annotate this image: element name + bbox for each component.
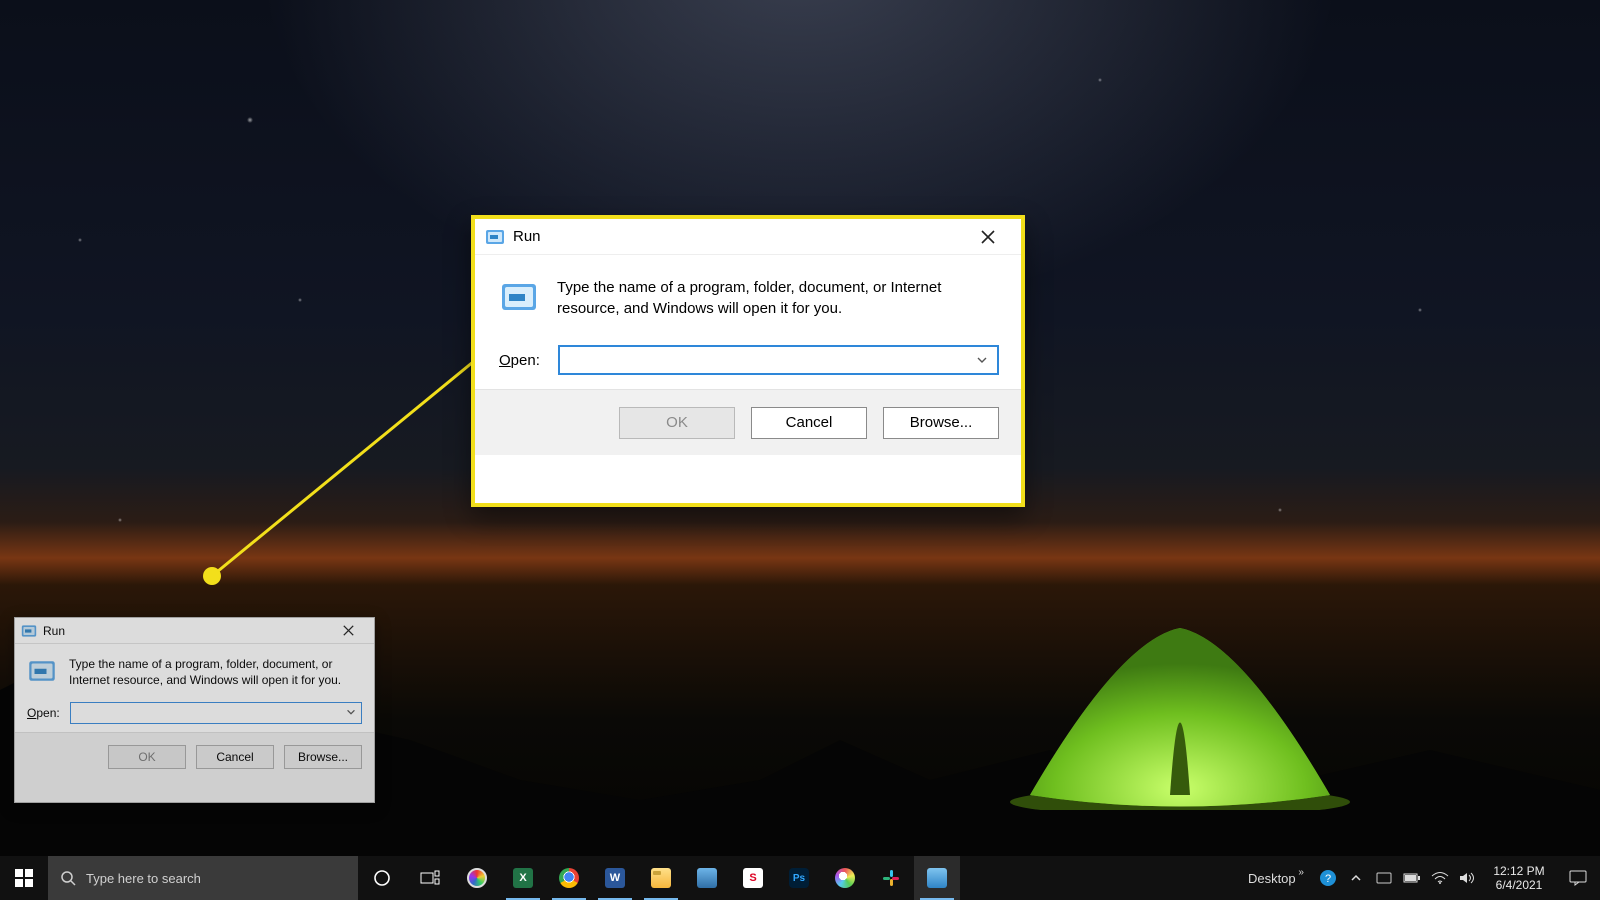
- excel-icon: X: [513, 868, 533, 888]
- close-icon: [343, 625, 354, 636]
- word-icon: W: [605, 868, 625, 888]
- task-view-button[interactable]: [406, 856, 454, 900]
- taskbar-clock[interactable]: 12:12 PM 6/4/2021: [1482, 864, 1556, 893]
- run-icon: [499, 277, 539, 319]
- slack-icon: [882, 869, 900, 887]
- taskbar-app-chrome[interactable]: [546, 856, 592, 900]
- chevron-down-icon: [975, 353, 989, 367]
- taskbar-pinned-apps: X W S Ps: [454, 856, 960, 900]
- browse-button[interactable]: Browse...: [883, 407, 999, 439]
- taskbar: Type here to search X W S Ps Desktop » ?: [0, 856, 1600, 900]
- run-icon: [485, 227, 505, 247]
- close-icon: [981, 230, 995, 244]
- tray-nvidia-icon[interactable]: [1370, 871, 1398, 885]
- taskbar-app-run[interactable]: [914, 856, 960, 900]
- run-dialog-titlebar[interactable]: Run: [475, 219, 1021, 255]
- run-icon: [927, 868, 947, 888]
- run-icon: [27, 656, 57, 688]
- tray-volume-icon[interactable]: [1454, 871, 1482, 885]
- action-center-button[interactable]: [1556, 870, 1600, 886]
- gpu-icon: [1376, 871, 1392, 885]
- open-label: Open:: [27, 706, 60, 720]
- desktop-toolbar[interactable]: Desktop »: [1238, 871, 1314, 886]
- cancel-button[interactable]: Cancel: [751, 407, 867, 439]
- tray-battery-icon[interactable]: [1398, 872, 1426, 884]
- run-dialog-title: Run: [513, 228, 541, 245]
- windows-icon: [15, 869, 33, 887]
- run-dialog-footer: OK Cancel Browse...: [15, 732, 374, 780]
- run-icon: [21, 623, 37, 639]
- tray-overflow-button[interactable]: [1342, 872, 1370, 884]
- taskbar-app-slack[interactable]: [868, 856, 914, 900]
- open-combobox[interactable]: [70, 702, 362, 724]
- taskbar-app-file-explorer[interactable]: [638, 856, 684, 900]
- run-dialog-titlebar[interactable]: Run: [15, 618, 374, 644]
- open-label: Open:: [499, 352, 540, 369]
- system-tray: Desktop » ? 12:12 PM 6/4/2021: [1238, 856, 1600, 900]
- run-dialog: Run Type the name of a program, folder, …: [14, 617, 375, 803]
- cancel-button[interactable]: Cancel: [196, 745, 274, 769]
- chevron-right-icon: »: [1296, 867, 1304, 878]
- help-icon: ?: [1319, 869, 1337, 887]
- snipping-icon: [697, 868, 717, 888]
- task-view-icon: [420, 870, 440, 886]
- battery-icon: [1403, 872, 1421, 884]
- chevron-down-icon: [345, 706, 357, 718]
- wallpaper-tent: [1010, 610, 1350, 810]
- notification-icon: [1569, 870, 1587, 886]
- volume-icon: [1459, 871, 1477, 885]
- run-dialog-description: Type the name of a program, folder, docu…: [557, 277, 999, 319]
- taskbar-app-mspaint[interactable]: [822, 856, 868, 900]
- tray-help-icon[interactable]: ?: [1314, 869, 1342, 887]
- wifi-icon: [1431, 871, 1449, 885]
- taskbar-app-snagit[interactable]: S: [730, 856, 776, 900]
- run-dialog-footer: OK Cancel Browse...: [475, 389, 1021, 455]
- taskbar-app-word[interactable]: W: [592, 856, 638, 900]
- cortana-button[interactable]: [358, 856, 406, 900]
- ok-button[interactable]: OK: [619, 407, 735, 439]
- chevron-up-icon: [1350, 872, 1362, 884]
- snagit-icon: S: [743, 868, 763, 888]
- file-explorer-icon: [651, 868, 671, 888]
- run-dialog-description: Type the name of a program, folder, docu…: [69, 656, 362, 688]
- browse-button[interactable]: Browse...: [284, 745, 362, 769]
- tray-wifi-icon[interactable]: [1426, 871, 1454, 885]
- close-button[interactable]: [328, 618, 368, 644]
- chrome-icon: [559, 868, 579, 888]
- circle-icon: [373, 869, 391, 887]
- run-dialog-callout: Run Type the name of a program, folder, …: [471, 215, 1025, 507]
- taskbar-app-photoshop[interactable]: Ps: [776, 856, 822, 900]
- svg-text:?: ?: [1325, 873, 1331, 885]
- run-dialog-title: Run: [43, 624, 65, 638]
- taskbar-time: 12:12 PM: [1493, 864, 1544, 878]
- taskbar-search-placeholder: Type here to search: [86, 871, 201, 886]
- taskbar-app-excel[interactable]: X: [500, 856, 546, 900]
- mspaint-icon: [835, 868, 855, 888]
- taskbar-date: 6/4/2021: [1496, 878, 1543, 892]
- paint3d-icon: [467, 868, 487, 888]
- close-button[interactable]: [965, 219, 1011, 255]
- search-icon: [60, 870, 76, 886]
- taskbar-app-paint3d[interactable]: [454, 856, 500, 900]
- start-button[interactable]: [0, 856, 48, 900]
- photoshop-icon: Ps: [789, 868, 809, 888]
- taskbar-app-snipping[interactable]: [684, 856, 730, 900]
- taskbar-search[interactable]: Type here to search: [48, 856, 358, 900]
- open-combobox[interactable]: [558, 345, 999, 375]
- ok-button[interactable]: OK: [108, 745, 186, 769]
